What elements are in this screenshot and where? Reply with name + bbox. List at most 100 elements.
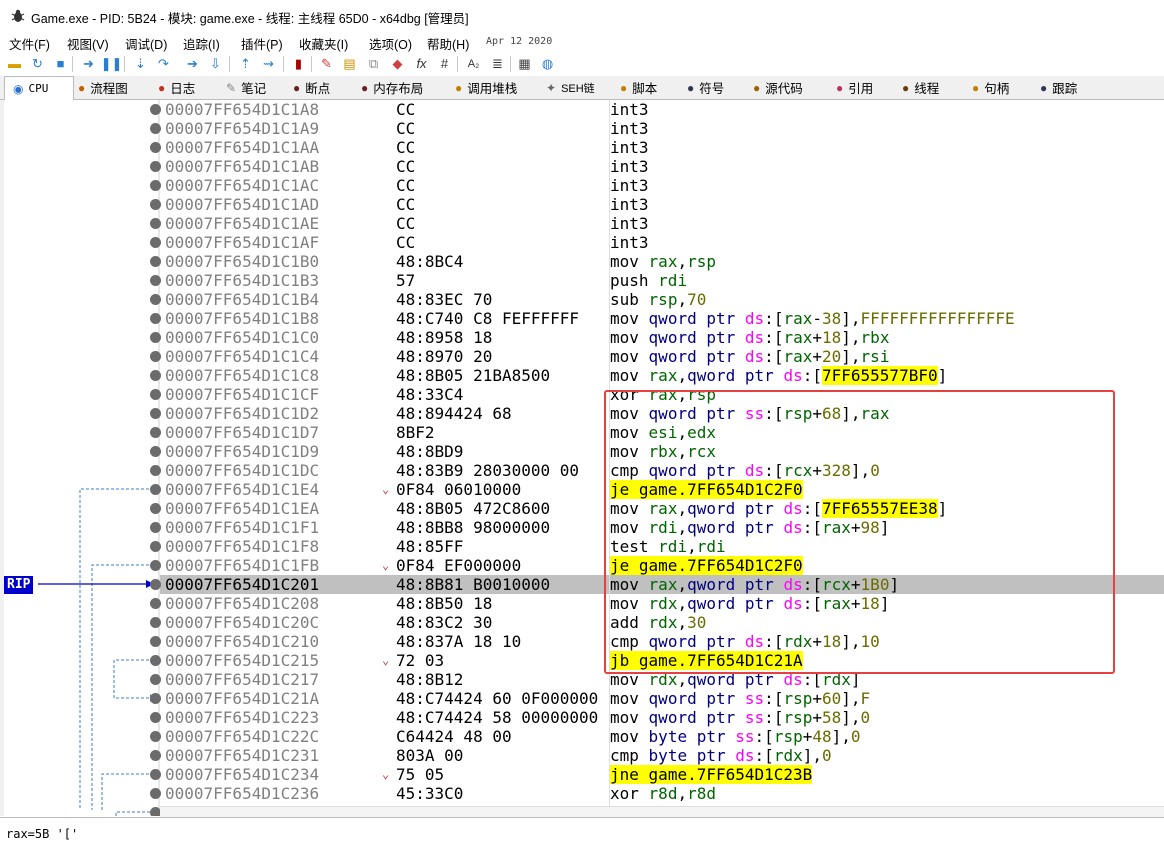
disasm-row[interactable]: 00007FF654D1C217 48:8B12 mov rdx,qword ptr… xyxy=(150,670,1164,689)
breakpoint-dot-icon[interactable] xyxy=(150,731,161,742)
menu-file[interactable]: 文件(F) xyxy=(9,34,50,53)
disasm-row[interactable]: 00007FF654D1C236 45:33C0 xor r8d,r8d xyxy=(150,784,1164,803)
tab-symbols[interactable]: ● 符号 xyxy=(687,76,724,99)
breakpoint-dot-icon[interactable] xyxy=(150,446,161,457)
execute-till-return-icon[interactable]: ⇡ xyxy=(237,55,254,72)
breakpoint-dot-icon[interactable] xyxy=(150,617,161,628)
breakpoint-dot-icon[interactable] xyxy=(150,161,161,172)
disasm-row[interactable]: 00007FF654D1C1B8 48:C740 C8 FEFFFFFF mov q… xyxy=(150,309,1164,328)
patch-icon[interactable]: ✎ xyxy=(318,55,335,72)
hash-icon[interactable]: # xyxy=(436,55,453,72)
tab-cpu[interactable]: ◉ CPU xyxy=(4,76,74,100)
breakpoint-dot-icon[interactable] xyxy=(150,712,161,723)
breakpoint-dot-icon[interactable] xyxy=(150,332,161,343)
menu-plugins[interactable]: 插件(P) xyxy=(241,34,283,53)
breakpoint-dot-icon[interactable] xyxy=(150,389,161,400)
breakpoint-dot-icon[interactable] xyxy=(150,465,161,476)
breakpoint-dot-icon[interactable] xyxy=(150,693,161,704)
disasm-row[interactable]: 00007FF654D1C1A8 CC int3 xyxy=(150,100,1164,119)
breakpoint-dot-icon[interactable] xyxy=(150,598,161,609)
breakpoint-dot-icon[interactable] xyxy=(150,579,161,590)
font-icon[interactable]: A₂ xyxy=(465,55,482,72)
breakpoint-dot-icon[interactable] xyxy=(150,199,161,210)
run-icon[interactable]: ➜ xyxy=(80,55,97,72)
disasm-row[interactable]: 00007FF654D1C1F1 48:8BB8 98000000 mov rdi,… xyxy=(150,518,1164,537)
breakpoint-dot-icon[interactable] xyxy=(150,408,161,419)
disasm-row[interactable]: 00007FF654D1C210 48:837A 18 10 cmp qword p… xyxy=(150,632,1164,651)
disasm-row[interactable]: 00007FF654D1C20C 48:83C2 30 add rdx,30 xyxy=(150,613,1164,632)
breakpoint-dot-icon[interactable] xyxy=(150,750,161,761)
stop-icon[interactable]: ■ xyxy=(52,55,69,72)
disasm-row[interactable]: 00007FF654D1C22C C64424 48 00 mov byte ptr… xyxy=(150,727,1164,746)
comments-icon[interactable]: ▤ xyxy=(341,55,358,72)
disasm-row[interactable]: 00007FF654D1C1C4 48:8970 20 mov qword ptr … xyxy=(150,347,1164,366)
disasm-row[interactable]: 00007FF654D1C1CF 48:33C4 xor rax,rsp xyxy=(150,385,1164,404)
breakpoint-dot-icon[interactable] xyxy=(150,180,161,191)
tab-threads[interactable]: ● 线程 xyxy=(902,76,939,99)
run-to-selection-icon[interactable]: ⇝ xyxy=(260,55,277,72)
menu-view[interactable]: 视图(V) xyxy=(67,34,109,53)
breakpoint-dot-icon[interactable] xyxy=(150,237,161,248)
disasm-row[interactable]: 00007FF654D1C1F8 48:85FF test rdi,rdi xyxy=(150,537,1164,556)
functions-icon[interactable]: fx xyxy=(413,55,430,72)
tab-trace[interactable]: ● 跟踪 xyxy=(1040,76,1077,99)
menu-favourites[interactable]: 收藏夹(I) xyxy=(299,34,348,53)
disasm-row[interactable]: 00007FF654D1C1EA 48:8B05 472C8600 mov rax,… xyxy=(150,499,1164,518)
menu-trace[interactable]: 追踪(I) xyxy=(183,34,220,53)
breakpoint-dot-icon[interactable] xyxy=(150,655,161,666)
hardware-icon[interactable]: ▮ xyxy=(290,55,307,72)
disasm-row[interactable]: 00007FF654D1C223 48:C74424 58 00000000 mov… xyxy=(150,708,1164,727)
tab-source[interactable]: ● 源代码 xyxy=(753,76,803,99)
disasm-row[interactable]: 00007FF654D1C1A9 CC int3 xyxy=(150,119,1164,138)
tab-script[interactable]: ● 脚本 xyxy=(620,76,657,99)
disasm-row[interactable]: 00007FF654D1C1AB CC int3 xyxy=(150,157,1164,176)
tab-graph[interactable]: ● 流程图 xyxy=(78,76,128,99)
menu-options[interactable]: 选项(O) xyxy=(369,34,412,53)
breakpoint-dot-icon[interactable] xyxy=(150,503,161,514)
breakpoint-dot-icon[interactable] xyxy=(150,294,161,305)
disasm-row[interactable]: 00007FF654D1C1D9 48:8BD9 mov rbx,rcx xyxy=(150,442,1164,461)
breakpoint-dot-icon[interactable] xyxy=(150,560,161,571)
breakpoint-dot-icon[interactable] xyxy=(150,674,161,685)
breakpoint-dot-icon[interactable] xyxy=(150,522,161,533)
breakpoint-dot-icon[interactable] xyxy=(150,427,161,438)
disasm-row[interactable]: 00007FF654D1C208 48:8B50 18 mov rdx,qword … xyxy=(150,594,1164,613)
breakpoint-dot-icon[interactable] xyxy=(150,541,161,552)
tab-breakpoints[interactable]: ● 断点 xyxy=(293,76,330,99)
tab-seh-chain[interactable]: ✦ SEH链 xyxy=(546,76,595,99)
globe-icon[interactable]: ◍ xyxy=(539,55,556,72)
tab-handles[interactable]: ● 句柄 xyxy=(972,76,1009,99)
strings-icon[interactable]: ≣ xyxy=(489,55,506,72)
tab-call-stack[interactable]: ● 调用堆栈 xyxy=(455,76,517,99)
bookmarks-icon[interactable]: ◆ xyxy=(389,55,406,72)
breakpoint-dot-icon[interactable] xyxy=(150,104,161,115)
disasm-row[interactable]: 00007FF654D1C201 48:8B81 B0010000 mov rax,… xyxy=(150,575,1164,594)
breakpoint-dot-icon[interactable] xyxy=(150,636,161,647)
breakpoint-dot-icon[interactable] xyxy=(150,142,161,153)
breakpoint-dot-icon[interactable] xyxy=(150,256,161,267)
disasm-row[interactable]: 00007FF654D1C234 ⌄ 75 05 jne game.7FF654D1C… xyxy=(150,765,1164,784)
horizontal-scrollbar[interactable] xyxy=(160,806,1164,817)
breakpoint-dot-icon[interactable] xyxy=(150,370,161,381)
breakpoint-dot-icon[interactable] xyxy=(150,275,161,286)
disasm-row[interactable]: 00007FF654D1C1AC CC int3 xyxy=(150,176,1164,195)
breakpoint-dot-icon[interactable] xyxy=(150,218,161,229)
disasm-row[interactable]: 00007FF654D1C1AD CC int3 xyxy=(150,195,1164,214)
menu-help[interactable]: 帮助(H) xyxy=(427,34,469,53)
disasm-row[interactable]: 00007FF654D1C1D7 8BF2 mov esi,edx xyxy=(150,423,1164,442)
breakpoint-dot-icon[interactable] xyxy=(150,769,161,780)
breakpoint-dot-icon[interactable] xyxy=(150,484,161,495)
tab-notes[interactable]: ✎ 笔记 xyxy=(226,76,266,99)
disasm-row[interactable]: 00007FF654D1C1AF CC int3 xyxy=(150,233,1164,252)
tab-references[interactable]: ● 引用 xyxy=(836,76,873,99)
tab-log[interactable]: ● 日志 xyxy=(158,76,195,99)
trace-into-icon[interactable]: ➔ xyxy=(184,55,201,72)
step-into-icon[interactable]: ⇣ xyxy=(132,55,149,72)
pause-icon[interactable]: ❚❚ xyxy=(101,55,123,72)
disassembly-view[interactable]: 00007FF654D1C1A8 CC int3 00007FF654D1C1A9 CC… xyxy=(4,100,1164,816)
tab-memory-map[interactable]: ● 内存布局 xyxy=(361,76,423,99)
disasm-row[interactable]: 00007FF654D1C231 803A 00 cmp byte ptr ds:[… xyxy=(150,746,1164,765)
disasm-row[interactable]: 00007FF654D1C215 ⌄ 72 03 jb game.7FF654D1C2… xyxy=(150,651,1164,670)
disasm-row[interactable]: 00007FF654D1C21A 48:C74424 60 0F000000 mov… xyxy=(150,689,1164,708)
labels-icon[interactable]: ⧉ xyxy=(365,55,382,72)
